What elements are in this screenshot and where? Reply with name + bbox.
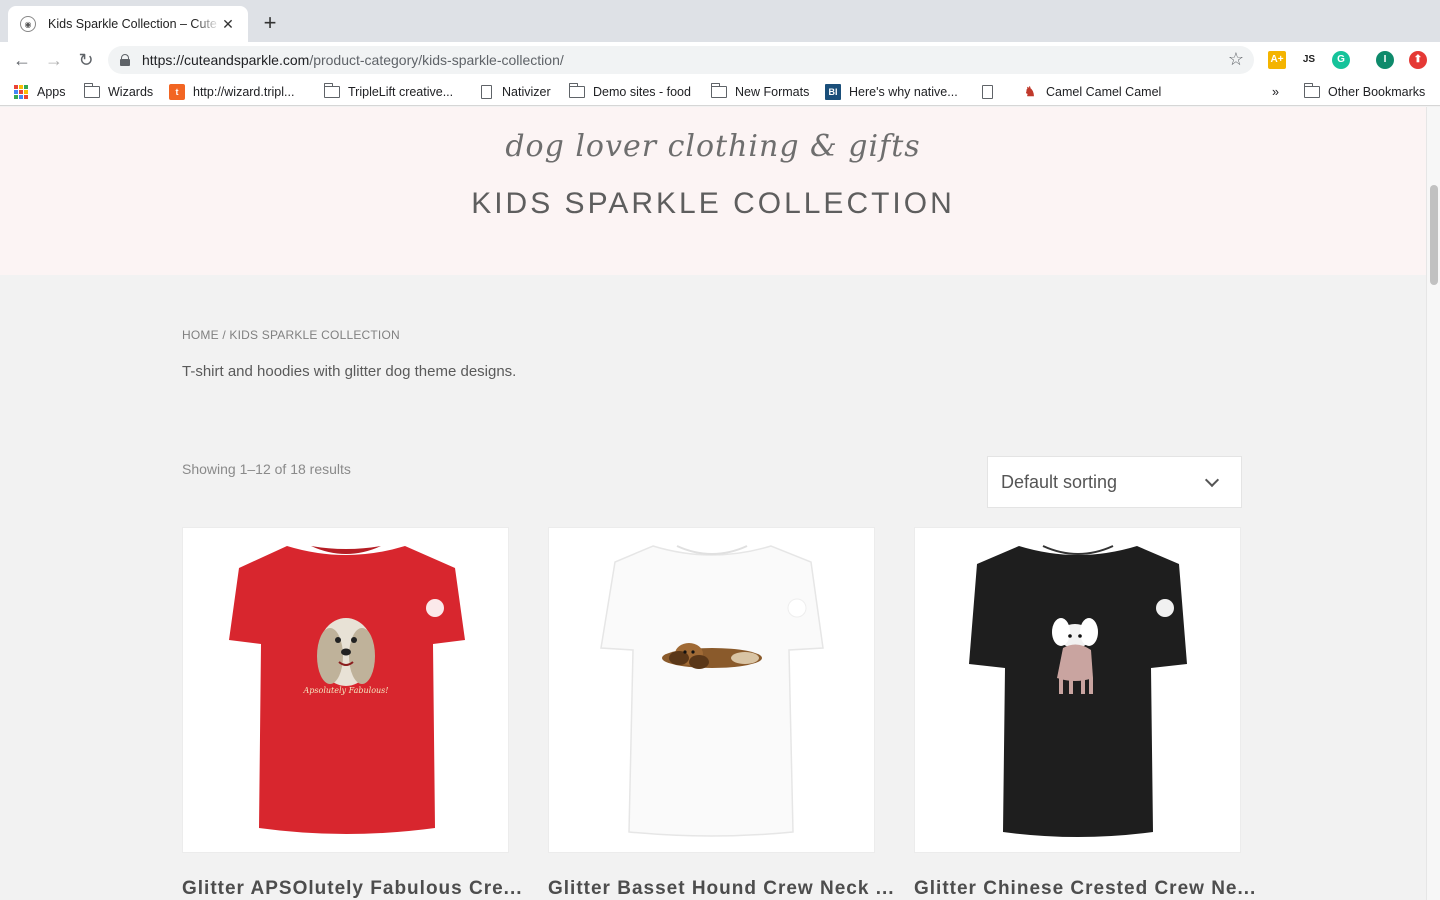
product-image[interactable] bbox=[914, 527, 1241, 853]
bookmark-wizard-triplelift[interactable]: t http://wizard.tripl... bbox=[169, 84, 294, 100]
bookmark-heres-why-native[interactable]: BI Here's why native... bbox=[825, 84, 958, 100]
forward-icon[interactable]: → bbox=[42, 48, 66, 72]
breadcrumb-home-link[interactable]: HOME bbox=[182, 328, 219, 342]
product-card[interactable]: Glitter Basset Hound Crew Neck ... bbox=[548, 527, 894, 899]
bookmark-new-formats[interactable]: New Formats bbox=[710, 83, 810, 100]
tab-title: Kids Sparkle Collection – Cute and Spark… bbox=[48, 17, 220, 31]
bookmark-label: Nativizer bbox=[502, 85, 551, 99]
camel-icon: ♞ bbox=[1024, 84, 1036, 99]
browser-tab-active[interactable]: ◉ Kids Sparkle Collection – Cute and Spa… bbox=[8, 6, 248, 42]
lock-icon bbox=[120, 54, 130, 66]
site-favicon-icon: ◉ bbox=[20, 16, 36, 32]
bookmark-apps[interactable]: Apps bbox=[14, 84, 66, 100]
product-title[interactable]: Glitter Basset Hound Crew Neck ... bbox=[548, 878, 894, 900]
extension-update-icon[interactable]: ⬆ bbox=[1409, 51, 1427, 69]
bookmark-label: Demo sites - food bbox=[593, 85, 691, 99]
sort-selected-value: Default sorting bbox=[1001, 471, 1118, 492]
folder-icon bbox=[83, 83, 100, 98]
folder-icon bbox=[1303, 83, 1320, 98]
product-card[interactable]: Apsolutely Fabulous! Glitter APSOlutely … bbox=[182, 527, 522, 899]
product-title[interactable]: Glitter Chinese Crested Crew Ne... bbox=[914, 878, 1255, 900]
tshirt-image: Apsolutely Fabulous! bbox=[229, 546, 465, 834]
bi-logo-icon: BI bbox=[825, 84, 841, 100]
profile-avatar-icon[interactable]: I bbox=[1376, 51, 1394, 69]
bookmark-triplelift-creative[interactable]: TripleLift creative... bbox=[323, 83, 454, 100]
print-text: Apsolutely Fabulous! bbox=[303, 686, 389, 695]
result-count: Showing 1–12 of 18 results bbox=[182, 461, 351, 477]
bookmark-camelcamelcamel[interactable]: ♞ Camel Camel Camel bbox=[1022, 84, 1161, 100]
tab-close-icon[interactable]: ✕ bbox=[220, 16, 236, 33]
folder-icon bbox=[710, 83, 727, 98]
breadcrumb-current: KIDS SPARKLE COLLECTION bbox=[229, 328, 400, 342]
page-scrollbar[interactable] bbox=[1426, 107, 1440, 900]
product-card[interactable]: Glitter Chinese Crested Crew Ne... bbox=[914, 527, 1255, 899]
bookmark-label: New Formats bbox=[735, 85, 810, 99]
bookmark-label: Camel Camel Camel bbox=[1046, 85, 1162, 99]
bookmark-demo-sites[interactable]: Demo sites - food bbox=[568, 83, 691, 100]
page-viewport: dog lover clothing & gifts KIDS SPARKLE … bbox=[0, 107, 1426, 900]
extension-js-icon[interactable]: JS bbox=[1300, 51, 1318, 69]
product-title[interactable]: Glitter APSOlutely Fabulous Cre... bbox=[182, 878, 522, 900]
product-image[interactable] bbox=[548, 527, 875, 853]
sort-select[interactable]: Default sorting bbox=[987, 456, 1242, 508]
page-icon bbox=[982, 85, 993, 99]
browser-toolbar: ← → ↻ https://cuteandsparkle.com/product… bbox=[0, 42, 1440, 78]
overflow-label: » bbox=[1272, 85, 1279, 99]
bookmark-label: Wizards bbox=[108, 85, 154, 99]
url-host: https://cuteandsparkle.com bbox=[142, 52, 310, 68]
bookmark-label: Other Bookmarks bbox=[1328, 85, 1426, 99]
bookmark-untitled[interactable] bbox=[982, 84, 1003, 100]
page-icon bbox=[481, 85, 492, 99]
orange-logo-icon: t bbox=[169, 84, 185, 100]
apps-icon bbox=[14, 85, 28, 99]
bookmarks-bar: Apps Wizards t http://wizard.tripl... Tr… bbox=[0, 78, 1440, 106]
bookmark-label: Apps bbox=[37, 85, 66, 99]
back-icon[interactable]: ← bbox=[10, 48, 34, 72]
category-description: T-shirt and hoodies with glitter dog the… bbox=[182, 363, 517, 380]
breadcrumb: HOME / KIDS SPARKLE COLLECTION bbox=[182, 328, 400, 342]
tshirt-image bbox=[600, 545, 824, 837]
bookmark-wizards[interactable]: Wizards bbox=[83, 83, 154, 100]
new-tab-icon[interactable]: + bbox=[258, 12, 282, 36]
page-title: KIDS SPARKLE COLLECTION bbox=[471, 187, 955, 220]
bookmark-other-bookmarks[interactable]: Other Bookmarks bbox=[1303, 83, 1426, 100]
scrollbar-thumb[interactable] bbox=[1430, 185, 1438, 285]
site-logo[interactable]: dog lover clothing & gifts bbox=[0, 129, 1426, 164]
extension-grammarly-icon[interactable]: G bbox=[1332, 51, 1350, 69]
bookmark-star-icon[interactable]: ☆ bbox=[1228, 49, 1244, 70]
address-bar[interactable]: https://cuteandsparkle.com/product-categ… bbox=[108, 46, 1254, 74]
product-image[interactable]: Apsolutely Fabulous! bbox=[182, 527, 509, 853]
chevron-down-icon bbox=[1204, 472, 1220, 488]
bookmark-label: TripleLift creative... bbox=[348, 85, 454, 99]
tshirt-image bbox=[969, 545, 1187, 837]
folder-icon bbox=[568, 83, 585, 98]
url-path: /product-category/kids-sparkle-collectio… bbox=[309, 52, 564, 68]
bookmark-label: http://wizard.tripl... bbox=[193, 85, 295, 99]
bookmark-label: Here's why native... bbox=[849, 85, 958, 99]
bookmarks-overflow-icon[interactable]: » bbox=[1272, 84, 1279, 100]
folder-icon bbox=[323, 83, 340, 98]
extension-a-plus-icon[interactable]: A+ bbox=[1268, 51, 1286, 69]
breadcrumb-separator: / bbox=[218, 328, 230, 342]
reload-icon[interactable]: ↻ bbox=[74, 48, 98, 72]
browser-tabstrip: ◉ Kids Sparkle Collection – Cute and Spa… bbox=[0, 0, 1440, 42]
bookmark-nativizer[interactable]: Nativizer bbox=[481, 84, 551, 100]
category-hero: dog lover clothing & gifts KIDS SPARKLE … bbox=[0, 107, 1426, 275]
